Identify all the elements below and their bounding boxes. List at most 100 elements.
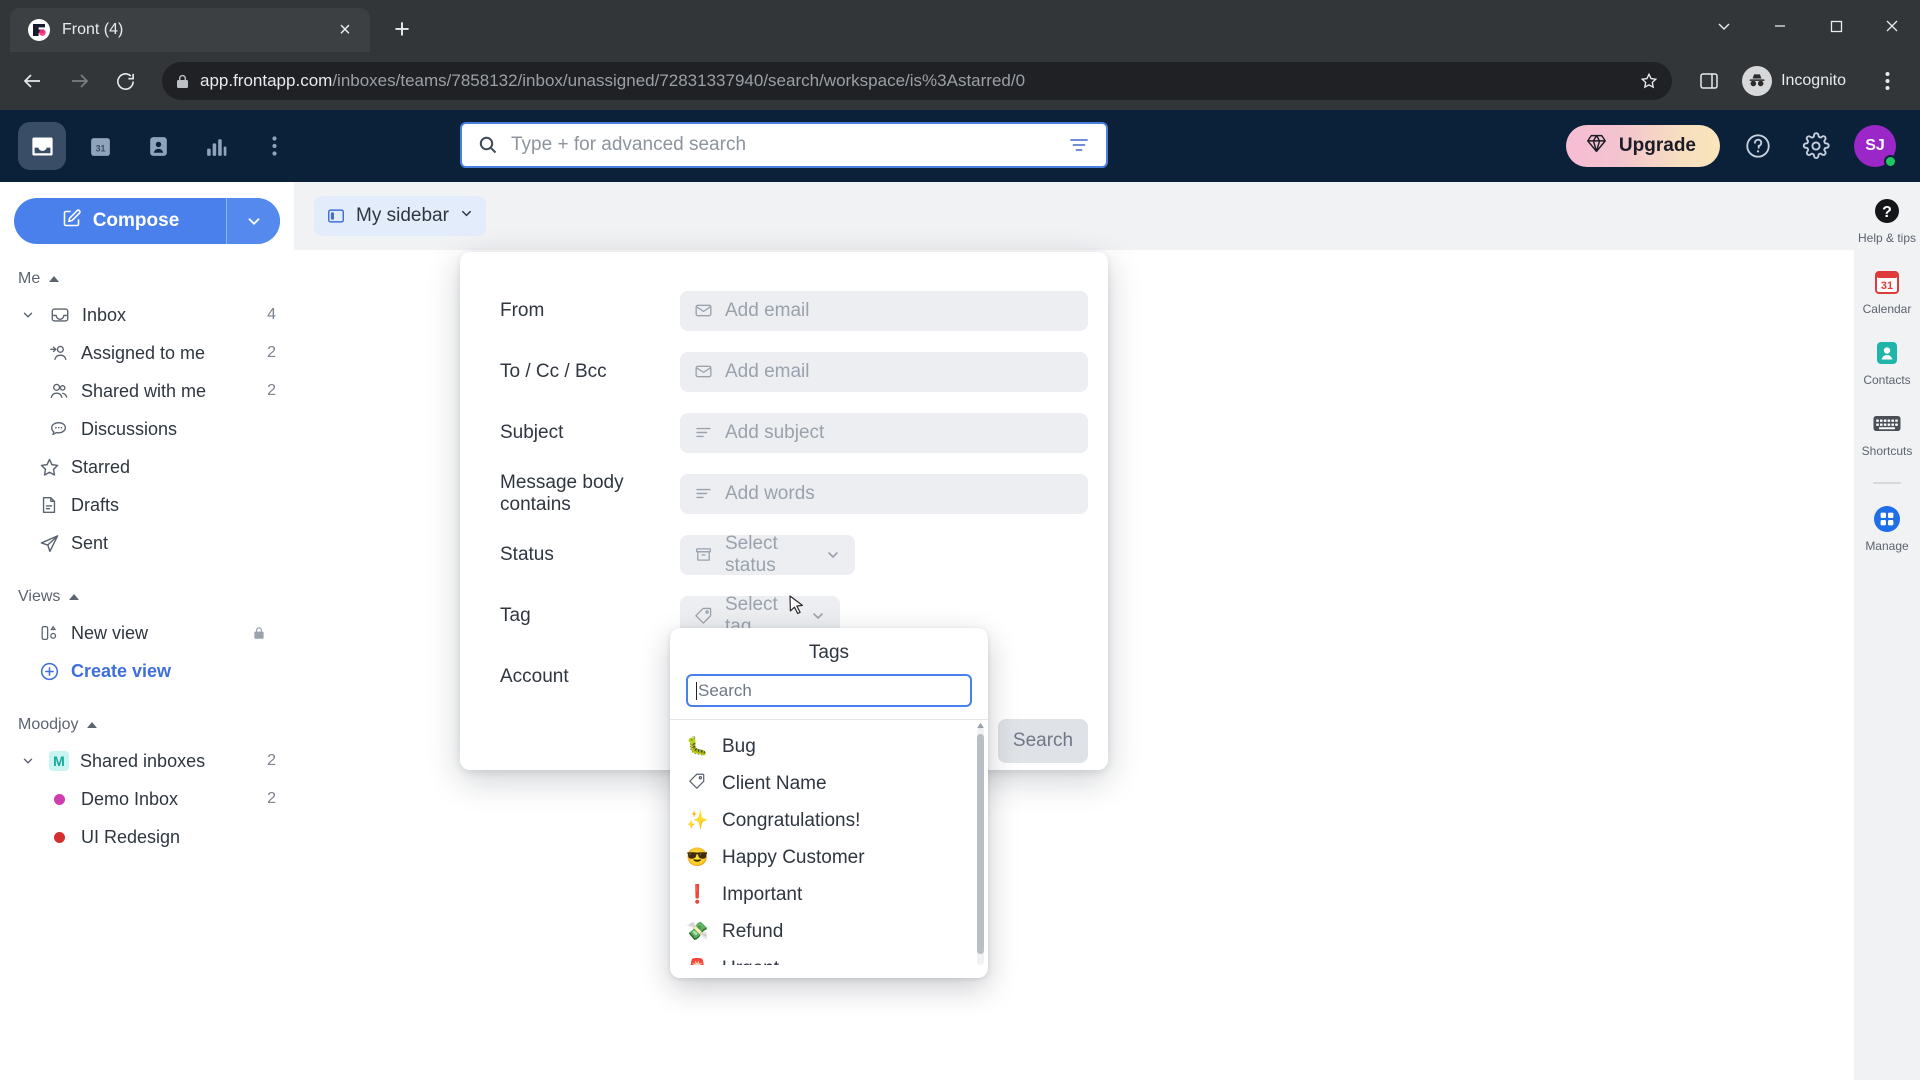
status-select[interactable]: Select status [680, 532, 855, 576]
app-nav-analytics[interactable] [192, 122, 240, 170]
close-icon[interactable]: × [332, 17, 358, 43]
field-placeholder: Select status [725, 532, 778, 576]
from-input[interactable]: Add email [680, 290, 1088, 331]
question-circle-icon[interactable] [1738, 126, 1778, 166]
global-search-wrap: Type + for advanced search [460, 122, 1108, 168]
back-icon[interactable] [14, 62, 52, 100]
chevron-down-icon[interactable] [810, 608, 826, 624]
sidebar-item-label: Inbox [82, 304, 127, 325]
sidebar-item-sent[interactable]: Sent [0, 524, 294, 562]
chevron-down-icon[interactable] [459, 205, 474, 227]
sidebar-item-shared-inboxes[interactable]: M Shared inboxes 2 [0, 742, 294, 780]
sidebar-item-demo-inbox[interactable]: Demo Inbox 2 [0, 780, 294, 818]
my-sidebar-tab[interactable]: My sidebar [314, 196, 486, 236]
tags-search-wrap: Search [670, 674, 988, 719]
app-nav-calendar[interactable]: 31 [76, 122, 124, 170]
browser-tab[interactable]: Front (4) × [10, 8, 370, 52]
tags-list[interactable]: 🐛 Bug Client Name ✨ Congratulations! 😎 H… [670, 720, 988, 965]
tag-list-item[interactable]: 🚨 Urgent [670, 950, 988, 966]
field-placeholder: Add email [725, 299, 810, 321]
kebab-menu-icon[interactable] [1868, 62, 1906, 100]
field-label: Tag [500, 604, 531, 626]
sidebar-item-create-view[interactable]: Create view [0, 652, 294, 690]
sidebar-item-discussions[interactable]: Discussions [0, 410, 294, 448]
search-submit-button[interactable]: Search [998, 719, 1088, 763]
tag-list-item[interactable]: ✨ Congratulations! [670, 802, 988, 839]
rail-divider [1873, 482, 1901, 484]
tag-list-item[interactable]: 💸 Refund [670, 913, 988, 950]
sidebar-section-views[interactable]: Views [0, 562, 294, 614]
tag-list-item[interactable]: 😎 Happy Customer [670, 839, 988, 876]
bookmark-star-icon[interactable] [1630, 72, 1658, 90]
sidebar-item-drafts[interactable]: Drafts [0, 486, 294, 524]
upgrade-button[interactable]: Upgrade [1565, 125, 1720, 167]
close-icon[interactable] [1864, 0, 1920, 52]
sidebar-item-ui-redesign[interactable]: UI Redesign [0, 818, 294, 856]
new-tab-button[interactable]: + [382, 9, 422, 49]
rail-item-help-tips[interactable]: ? Help & tips [1854, 196, 1920, 245]
sidebar-item-assigned-to-me[interactable]: Assigned to me 2 [0, 334, 294, 372]
minimize-icon[interactable] [1752, 0, 1808, 52]
compose-pencil-icon [61, 208, 82, 235]
search-field-row-subject: Subject Add subject [480, 402, 1088, 463]
app-nav-more[interactable] [250, 122, 298, 170]
sidebar-item-label: Drafts [71, 494, 120, 515]
tag-list-item[interactable]: 🐛 Bug [670, 728, 988, 765]
chevron-up-icon[interactable] [974, 720, 986, 730]
app-nav-contacts[interactable] [134, 122, 182, 170]
search-input[interactable]: Type + for advanced search [460, 122, 1108, 168]
sidebar-section-title: Views [18, 588, 61, 605]
compose-row: Compose [0, 198, 294, 244]
maximize-icon[interactable] [1808, 0, 1864, 52]
sidebar-item-shared-with-me[interactable]: Shared with me 2 [0, 372, 294, 410]
chevron-down-icon[interactable] [825, 547, 841, 563]
address-bar[interactable]: app.frontapp.com/inboxes/teams/7858132/i… [162, 62, 1673, 100]
tag-list-item[interactable]: ❗ Important [670, 876, 988, 913]
window-controls [1696, 0, 1920, 52]
rail-item-label: Help & tips [1857, 231, 1917, 245]
filter-icon[interactable] [1062, 130, 1096, 160]
chevron-down-icon[interactable] [18, 308, 38, 322]
compose-dropdown-button[interactable] [226, 198, 280, 244]
app-nav-inbox[interactable] [18, 122, 66, 170]
tags-scrollbar-thumb[interactable] [977, 734, 984, 954]
field-label: Subject [500, 421, 564, 443]
chevron-down-icon[interactable] [1696, 0, 1752, 52]
gear-icon[interactable] [1796, 126, 1836, 166]
browser-window: Front (4) × + app.frontapp.com/inboxes/t… [0, 0, 1920, 1080]
avatar[interactable]: SJ [1854, 125, 1897, 168]
rail-item-calendar[interactable]: 31 Calendar [1854, 267, 1920, 316]
compose-button[interactable]: Compose [14, 198, 280, 244]
sidebar-item-inbox[interactable]: Inbox 4 [0, 296, 294, 334]
star-icon [38, 457, 60, 478]
chevron-up-icon [86, 716, 98, 734]
rail-item-shortcuts[interactable]: Shortcuts [1854, 409, 1920, 458]
to-cc-bcc-input[interactable]: Add email [680, 351, 1088, 392]
svg-text:31: 31 [1881, 280, 1893, 292]
field-label: From [500, 299, 545, 321]
chevron-up-icon [68, 588, 80, 606]
rail-item-contacts[interactable]: Contacts [1854, 338, 1920, 387]
tags-search-input[interactable]: Search [686, 674, 972, 707]
compose-main[interactable]: Compose [14, 198, 226, 244]
sidebar-item-new-view[interactable]: New view [0, 614, 294, 652]
rail-item-manage[interactable]: Manage [1854, 504, 1920, 553]
sidebar-section-me[interactable]: Me [0, 244, 294, 296]
field-label: Account [500, 665, 569, 687]
address-bar-url: app.frontapp.com/inboxes/teams/7858132/i… [200, 71, 1025, 91]
tag-list-item[interactable]: Client Name [670, 765, 988, 802]
right-rail: ? Help & tips 31 Calendar Contacts Short… [1854, 182, 1920, 1080]
sidebar-section-moodjoy[interactable]: Moodjoy [0, 690, 294, 742]
tag-label: Urgent [722, 958, 779, 966]
subject-input[interactable]: Add subject [680, 412, 1088, 453]
message-body-input[interactable]: Add words [680, 473, 1088, 514]
browser-tab-title: Front (4) [62, 21, 124, 38]
reload-icon[interactable] [106, 62, 144, 100]
moodjoy-badge: M [49, 751, 69, 771]
chevron-down-icon[interactable] [18, 754, 38, 768]
sidebar-item-starred[interactable]: Starred [0, 448, 294, 486]
sidebar-item-label: Shared inboxes [80, 750, 206, 771]
side-panel-icon[interactable] [1690, 62, 1728, 100]
tag-emoji-icon: 😎 [686, 847, 709, 867]
incognito-profile-chip[interactable]: Incognito [1736, 62, 1860, 100]
